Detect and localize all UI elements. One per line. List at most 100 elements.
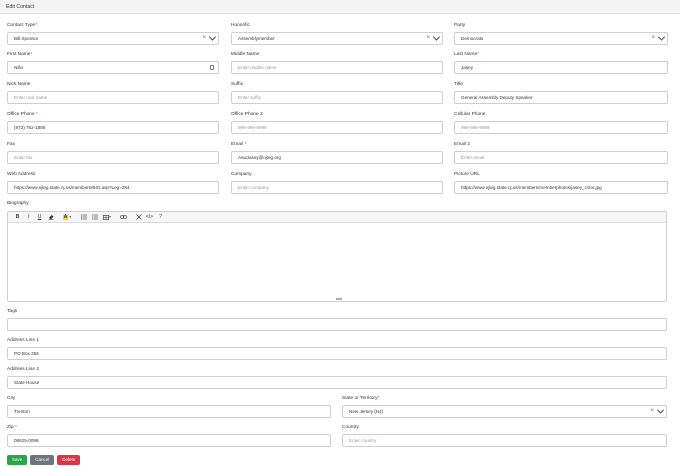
- address-1-group: Address Line 1 PO Box 356: [7, 337, 667, 360]
- state-select[interactable]: New Jersey (NJ) ×: [342, 405, 667, 418]
- fax-input[interactable]: Enter fax: [7, 151, 219, 164]
- bold-icon[interactable]: B: [12, 212, 23, 222]
- office-phone-2-input[interactable]: 999-999-9999: [231, 121, 443, 134]
- address-2-group: Address Line 2 State House: [7, 366, 667, 389]
- suffix-label: Suffix: [231, 82, 243, 87]
- city-input[interactable]: Trenton: [7, 405, 331, 418]
- city-label: City: [7, 396, 16, 401]
- party-group: Party Democrats ×: [454, 22, 668, 45]
- last-name-label: Last Name: [454, 52, 478, 57]
- chevron-down-icon[interactable]: [657, 33, 666, 41]
- contact-type-select[interactable]: Bill Sponsor ×: [7, 32, 219, 45]
- code-view-icon[interactable]: </>: [144, 212, 155, 222]
- last-name-group: Last Name* Jasey: [454, 51, 668, 74]
- last-name-input[interactable]: Jasey: [454, 61, 668, 74]
- party-select[interactable]: Democrats ×: [454, 32, 668, 45]
- save-button[interactable]: Save: [7, 455, 28, 465]
- office-phone-2-label: Office Phone 2: [231, 112, 263, 117]
- company-label: Company: [231, 172, 252, 177]
- email-2-label: Email 2: [454, 142, 470, 147]
- office-phone-label: Office Phone: [7, 112, 35, 117]
- web-address-label: Web Address: [7, 172, 36, 177]
- chevron-down-icon[interactable]: [656, 406, 665, 414]
- party-label: Party: [454, 23, 466, 28]
- contact-card-icon: [210, 65, 214, 70]
- address-1-label: Address Line 1: [7, 338, 39, 343]
- address-1-input[interactable]: PO Box 356: [7, 347, 667, 360]
- title-label: Title: [454, 82, 463, 87]
- first-name-input[interactable]: Nilla: [7, 61, 219, 74]
- link-icon[interactable]: [118, 212, 129, 222]
- delete-button[interactable]: Delete: [57, 455, 81, 465]
- email-label: Email: [231, 142, 243, 147]
- honorific-select[interactable]: Assemblymember ×: [231, 32, 443, 45]
- middle-name-group: Middle Name Enter middle name: [231, 51, 443, 74]
- honorific-label: Honorific: [231, 23, 250, 28]
- nick-name-label: Nick Name: [7, 82, 31, 87]
- fax-group: Fax Enter fax: [7, 141, 219, 164]
- chevron-down-icon[interactable]: [208, 33, 217, 41]
- honorific-group: Honorific Assemblymember ×: [231, 22, 443, 45]
- table-icon[interactable]: ▾: [100, 212, 114, 222]
- zip-label: Zip: [7, 425, 14, 430]
- address-2-label: Address Line 2: [7, 367, 39, 372]
- biography-label: Biography: [7, 201, 29, 206]
- company-group: Company Enter company: [231, 171, 443, 194]
- nick-name-group: Nick Name Enter nick name: [7, 81, 219, 104]
- cellular-phone-group: Cellular Phone 999-999-9999: [454, 111, 668, 134]
- address-2-input[interactable]: State House: [7, 376, 667, 389]
- middle-name-input[interactable]: Enter middle name: [231, 61, 443, 74]
- email-input[interactable]: AswJasey@njleg.org: [231, 151, 443, 164]
- country-input[interactable]: Enter country: [342, 434, 667, 447]
- email-group: Email * AswJasey@njleg.org: [231, 141, 443, 164]
- contact-type-group: Contact Type* Bill Sponsor ×: [7, 22, 219, 45]
- web-address-input[interactable]: https://www.njleg.state.nj.us/members/BI…: [7, 181, 219, 194]
- clear-icon[interactable]: ×: [650, 406, 654, 417]
- zip-group: Zip * 08625-0098: [7, 424, 331, 447]
- state-group: State or Territory* New Jersey (NJ) ×: [342, 395, 667, 418]
- email-2-input[interactable]: Enter email: [454, 151, 668, 164]
- biography-editor[interactable]: B I U A ▾ ▾ </> ?: [7, 211, 667, 302]
- help-icon[interactable]: ?: [155, 212, 166, 222]
- middle-name-label: Middle Name: [231, 52, 260, 57]
- picture-url-label: Picture URL: [454, 172, 480, 177]
- font-color-icon[interactable]: A ▾: [60, 212, 74, 222]
- clear-icon[interactable]: ×: [426, 33, 430, 44]
- web-address-group: Web Address https://www.njleg.state.nj.u…: [7, 171, 219, 194]
- city-group: City Trenton: [7, 395, 331, 418]
- chevron-down-icon[interactable]: [432, 33, 441, 41]
- nick-name-input[interactable]: Enter nick name: [7, 91, 219, 104]
- company-input[interactable]: Enter company: [231, 181, 443, 194]
- fullscreen-icon[interactable]: [133, 212, 144, 222]
- clear-icon[interactable]: ×: [651, 33, 655, 44]
- country-group: Country Enter country: [342, 424, 667, 447]
- cancel-button[interactable]: Cancel: [30, 455, 55, 465]
- picture-url-input[interactable]: https://www.njleg.state.nj.us/members/me…: [454, 181, 668, 194]
- state-label: State or Territory: [342, 396, 378, 401]
- contact-type-label: Contact Type: [7, 23, 36, 28]
- office-phone-group: Office Phone * (973) 762-1886: [7, 111, 219, 134]
- clear-icon[interactable]: ×: [202, 33, 206, 44]
- resize-handle[interactable]: [336, 298, 342, 300]
- eraser-icon[interactable]: [45, 212, 56, 222]
- suffix-group: Suffix Enter suffix: [231, 81, 443, 104]
- tags-input[interactable]: [7, 318, 667, 331]
- country-label: Country: [342, 425, 359, 430]
- fax-label: Fax: [7, 142, 15, 147]
- bullet-list-icon[interactable]: [78, 212, 89, 222]
- cellular-phone-label: Cellular Phone: [454, 112, 486, 117]
- cellular-phone-input[interactable]: 999-999-9999: [454, 121, 668, 134]
- editor-toolbar: B I U A ▾ ▾ </> ?: [8, 212, 666, 223]
- office-phone-input[interactable]: (973) 762-1886: [7, 121, 219, 134]
- italic-icon[interactable]: I: [23, 212, 34, 222]
- first-name-group: First Name* Nilla: [7, 51, 219, 74]
- page-header: Edit Contact: [0, 0, 680, 14]
- numbered-list-icon[interactable]: [89, 212, 100, 222]
- tags-label: Tags: [7, 309, 18, 314]
- title-group: Title General Assembly Deputy Speaker: [454, 81, 668, 104]
- title-input[interactable]: General Assembly Deputy Speaker: [454, 91, 668, 104]
- underline-icon[interactable]: U: [34, 212, 45, 222]
- zip-input[interactable]: 08625-0098: [7, 434, 331, 447]
- suffix-input[interactable]: Enter suffix: [231, 91, 443, 104]
- office-phone-2-group: Office Phone 2 999-999-9999: [231, 111, 443, 134]
